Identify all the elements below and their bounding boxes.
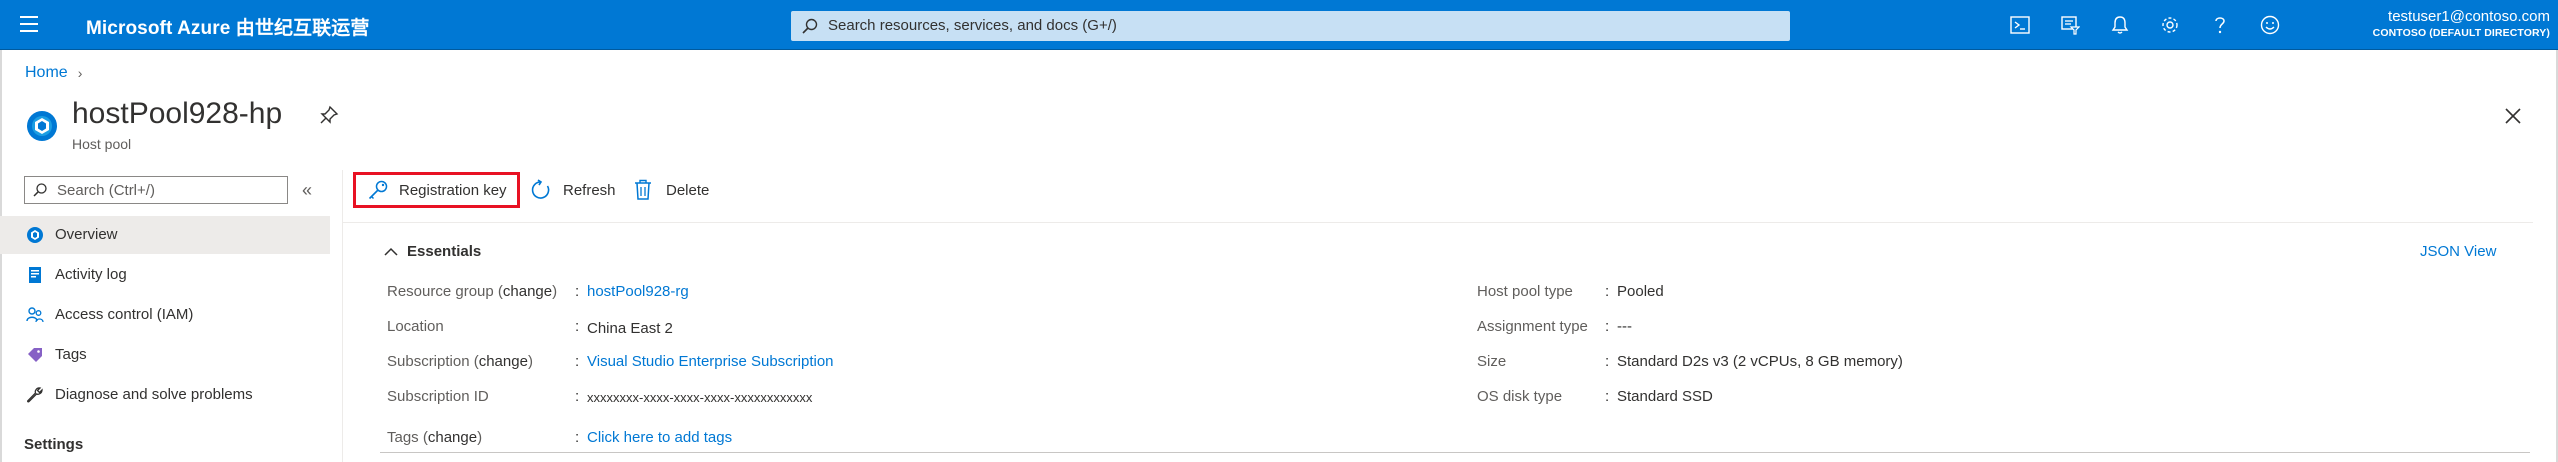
- assignment-type-value: ---: [1617, 318, 1632, 335]
- size-value: Standard D2s v3 (2 vCPUs, 8 GB memory): [1617, 353, 1903, 370]
- cloud-shell-icon[interactable]: [2008, 13, 2032, 37]
- sidebar-item-label: Tags: [55, 346, 87, 363]
- refresh-label: Refresh: [563, 181, 616, 199]
- settings-icon[interactable]: [2158, 13, 2182, 37]
- pin-icon[interactable]: [318, 104, 340, 126]
- user-directory: CONTOSO (DEFAULT DIRECTORY): [2372, 27, 2550, 39]
- key-icon: [368, 180, 388, 200]
- search-icon: [33, 183, 47, 197]
- sidebar-item-label: Overview: [55, 226, 118, 243]
- location-value: China East 2: [587, 320, 673, 337]
- prop-label-text: Resource group: [387, 283, 494, 300]
- prop-label-os-disk-type: OS disk type: [1477, 388, 1563, 405]
- host-pool-icon: [27, 111, 57, 141]
- menu-icon[interactable]: [20, 16, 40, 34]
- refresh-button[interactable]: Refresh: [530, 172, 616, 208]
- host-pool-type-value: Pooled: [1617, 283, 1664, 300]
- notifications-icon[interactable]: [2108, 13, 2132, 37]
- sidebar-divider: [342, 170, 343, 462]
- sidebar-item-label: Activity log: [55, 266, 127, 283]
- top-bar: Microsoft Azure 由世纪互联运营 Search resources…: [0, 0, 2558, 50]
- essentials-title: Essentials: [407, 243, 482, 260]
- prop-label-tags: Tags (change): [387, 429, 483, 446]
- change-subscription-link[interactable]: change: [479, 353, 528, 370]
- search-icon: [802, 18, 818, 34]
- prop-label-host-pool-type: Host pool type: [1477, 283, 1573, 300]
- prop-label-assignment-type: Assignment type: [1477, 318, 1588, 335]
- subscription-link[interactable]: Visual Studio Enterprise Subscription: [587, 353, 834, 370]
- prop-label-subscription-id: Subscription ID: [387, 388, 489, 405]
- delete-label: Delete: [666, 181, 710, 199]
- registration-key-label: Registration key: [399, 181, 507, 199]
- sidebar-search-placeholder: Search (Ctrl+/): [57, 182, 155, 199]
- sidebar-item-activity-log[interactable]: Activity log: [0, 256, 330, 294]
- page-subtitle: Host pool: [72, 136, 132, 152]
- os-disk-type-value: Standard SSD: [1617, 388, 1713, 405]
- prop-colon: :: [575, 429, 580, 446]
- resource-group-link[interactable]: hostPool928-rg: [587, 283, 689, 300]
- command-bar-divider: [343, 222, 2533, 223]
- subscription-id-value: xxxxxxxx-xxxx-xxxx-xxxx-xxxxxxxxxxxx: [587, 390, 813, 405]
- prop-label-location: Location: [387, 318, 444, 335]
- add-tags-link[interactable]: Click here to add tags: [587, 429, 732, 446]
- sidebar-search-input[interactable]: Search (Ctrl+/): [24, 176, 288, 204]
- iam-icon: [26, 307, 44, 323]
- close-icon[interactable]: [2502, 105, 2524, 127]
- global-search-placeholder: Search resources, services, and docs (G+…: [828, 17, 1117, 34]
- prop-colon: :: [575, 283, 580, 300]
- prop-colon: :: [575, 318, 580, 335]
- change-tags-link[interactable]: change: [428, 429, 477, 446]
- sidebar-item-iam[interactable]: Access control (IAM): [0, 296, 330, 334]
- tag-icon: [28, 348, 42, 362]
- prop-colon: :: [1605, 353, 1610, 370]
- prop-colon: :: [1605, 388, 1610, 405]
- json-view-link[interactable]: JSON View: [2420, 243, 2496, 260]
- prop-label-text: Tags: [387, 429, 419, 446]
- sidebar-item-overview[interactable]: Overview: [0, 216, 330, 254]
- sidebar-item-label: Diagnose and solve problems: [55, 386, 253, 403]
- delete-button[interactable]: Delete: [634, 172, 709, 208]
- trash-icon: [635, 179, 651, 200]
- global-search-input[interactable]: Search resources, services, and docs (G+…: [791, 11, 1790, 41]
- essentials-divider: [380, 452, 2530, 453]
- prop-colon: :: [1605, 318, 1610, 335]
- prop-label-size: Size: [1477, 353, 1507, 370]
- chevron-up-icon: [384, 247, 398, 256]
- sidebar-item-tags[interactable]: Tags: [0, 336, 330, 374]
- account-menu[interactable]: testuser1@contoso.com CONTOSO (DEFAULT D…: [2322, 8, 2550, 39]
- refresh-icon: [531, 179, 550, 199]
- help-icon[interactable]: [2208, 13, 2232, 37]
- essentials-toggle[interactable]: Essentials: [384, 243, 481, 260]
- prop-colon: :: [1605, 283, 1610, 300]
- prop-label-resource-group: Resource group (change): [387, 283, 558, 300]
- change-resource-group-link[interactable]: change: [503, 283, 552, 300]
- prop-label-text: Subscription: [387, 353, 470, 370]
- prop-colon: :: [575, 353, 580, 370]
- user-name: testuser1@contoso.com: [2388, 8, 2550, 25]
- chevron-right-icon: ›: [77, 65, 83, 81]
- sidebar-section-settings: Settings: [24, 436, 84, 453]
- registration-key-button[interactable]: Registration key: [353, 172, 520, 208]
- prop-colon: :: [575, 388, 580, 405]
- portal-brand[interactable]: Microsoft Azure 由世纪互联运营: [86, 13, 369, 40]
- activity-log-icon: [29, 267, 41, 283]
- collapse-sidebar-icon[interactable]: «: [302, 180, 312, 201]
- breadcrumb: Home ›: [25, 64, 82, 82]
- page-title: hostPool928-hp: [72, 97, 283, 130]
- directory-filter-icon[interactable]: [2058, 13, 2082, 37]
- sidebar-item-diagnose[interactable]: Diagnose and solve problems: [0, 376, 330, 414]
- wrench-icon: [26, 387, 43, 403]
- breadcrumb-home-link[interactable]: Home: [25, 64, 68, 82]
- overview-icon: [27, 227, 43, 243]
- prop-label-subscription: Subscription (change): [387, 353, 533, 370]
- feedback-icon[interactable]: [2258, 13, 2282, 37]
- sidebar-item-label: Access control (IAM): [55, 306, 194, 323]
